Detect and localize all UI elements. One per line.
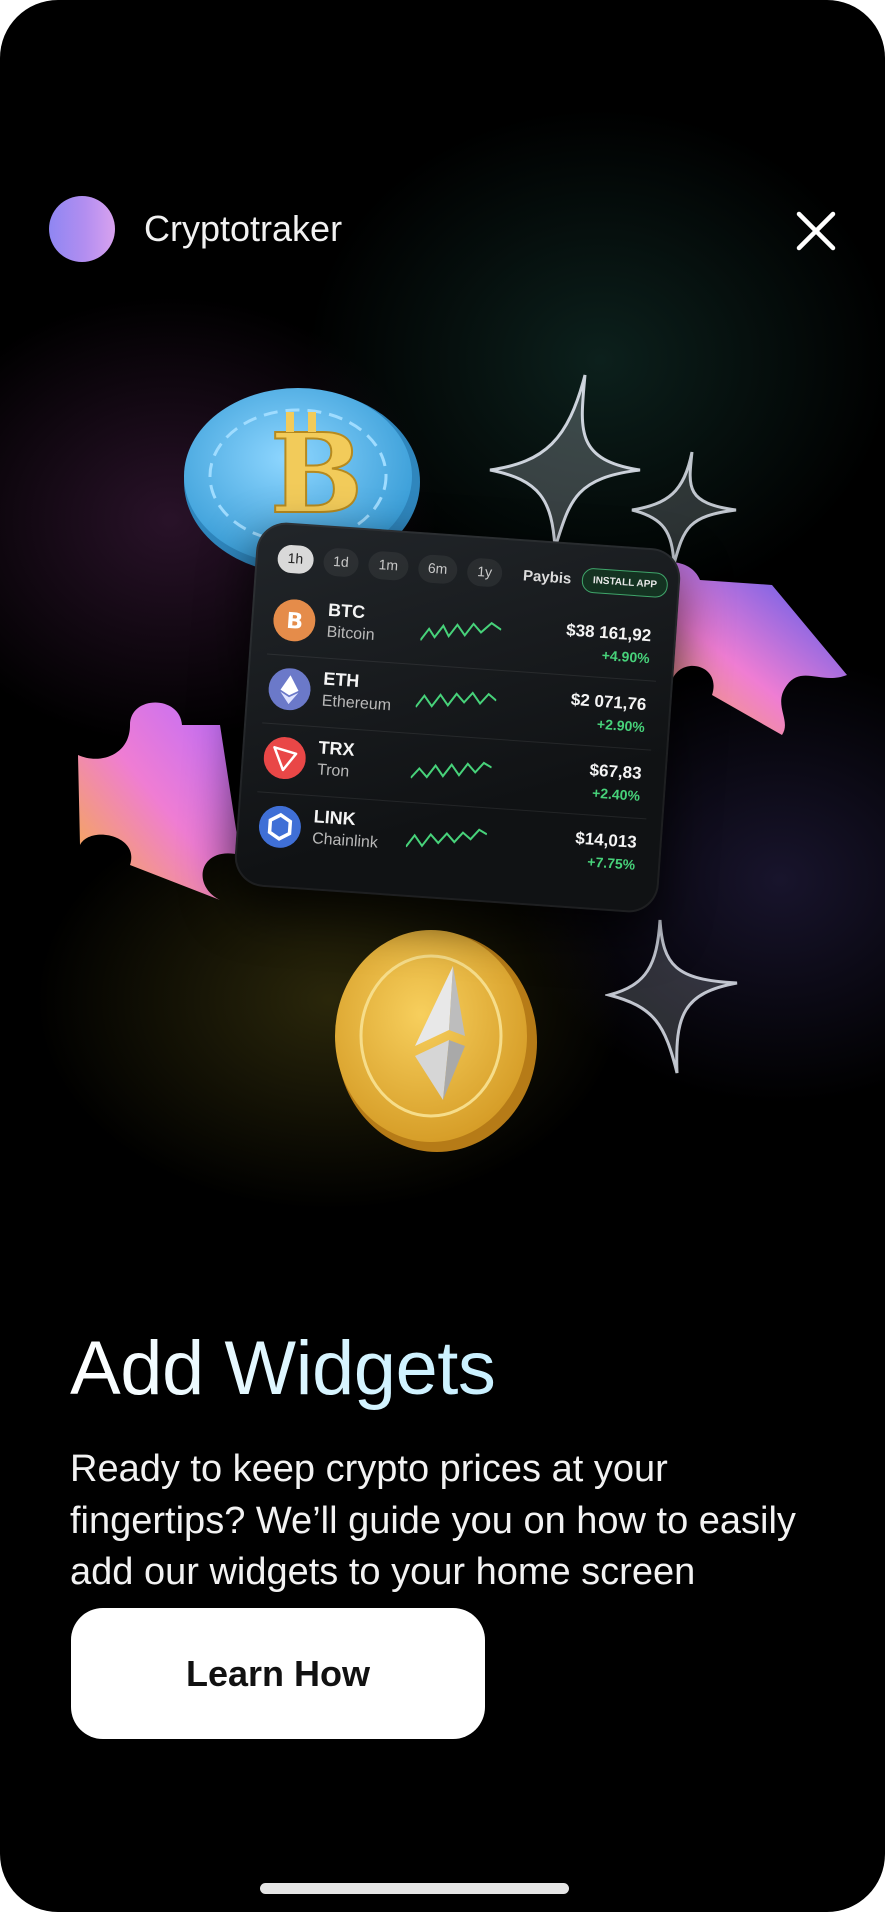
coin-price: $2 071,76 bbox=[570, 689, 648, 715]
ethereum-coin-illustration bbox=[335, 930, 537, 1152]
coin-symbol: LINK bbox=[313, 806, 357, 830]
coin-change: +7.75% bbox=[586, 853, 636, 873]
hero-illustration: B 1h 1d 1m 6m 1y Paybis INSTALL APP B BT… bbox=[0, 330, 885, 1160]
close-icon bbox=[796, 211, 836, 251]
bitcoin-icon: B bbox=[272, 598, 317, 643]
tab-1d[interactable]: 1d bbox=[322, 547, 360, 578]
coin-name: Ethereum bbox=[321, 692, 392, 715]
install-app-button[interactable]: INSTALL APP bbox=[581, 567, 669, 599]
coin-price: $14,013 bbox=[574, 828, 638, 852]
coin-name: Bitcoin bbox=[326, 623, 376, 644]
page-description: Ready to keep crypto prices at your fing… bbox=[70, 1448, 796, 1593]
coin-change: +2.40% bbox=[591, 784, 641, 804]
svg-text:B: B bbox=[270, 409, 363, 538]
home-indicator bbox=[260, 1883, 569, 1894]
coin-name: Tron bbox=[316, 761, 350, 781]
tab-1y[interactable]: 1y bbox=[466, 557, 503, 588]
page-title: Add Widgets bbox=[70, 1326, 496, 1411]
coin-list: B BTC Bitcoin $38 161,92 +4.90% ETH Ethe… bbox=[253, 585, 661, 888]
close-button[interactable] bbox=[791, 206, 841, 256]
coin-change: +4.90% bbox=[601, 646, 651, 667]
crypto-widget-card: 1h 1d 1m 6m 1y Paybis INSTALL APP B BTC … bbox=[232, 520, 683, 915]
onboarding-screen: Cryptotraker B 1h 1d 1m 6m 1y Paybis INS… bbox=[0, 0, 885, 1912]
sparkline-icon bbox=[405, 828, 488, 848]
ethereum-icon bbox=[267, 667, 312, 712]
glass-star-bottom-illustration bbox=[605, 919, 738, 1074]
glass-star-large-illustration bbox=[489, 374, 641, 549]
coin-symbol: ETH bbox=[322, 668, 361, 692]
learn-how-button[interactable]: Learn How bbox=[71, 1608, 485, 1739]
tron-icon bbox=[262, 736, 307, 781]
chainlink-icon bbox=[258, 804, 303, 849]
timeframe-tabs: 1h 1d 1m 6m 1y bbox=[276, 544, 503, 588]
tab-1m[interactable]: 1m bbox=[367, 550, 409, 582]
coin-name: Chainlink bbox=[311, 830, 379, 852]
coin-price: $67,83 bbox=[589, 760, 643, 783]
app-header: Cryptotraker bbox=[49, 196, 839, 266]
app-logo bbox=[49, 196, 115, 262]
tab-6m[interactable]: 6m bbox=[416, 553, 459, 585]
coin-price: $38 161,92 bbox=[565, 620, 652, 646]
coin-change: +2.90% bbox=[596, 715, 646, 736]
app-name: Cryptotraker bbox=[144, 208, 343, 249]
svg-text:B: B bbox=[285, 609, 303, 635]
sparkline-icon bbox=[415, 691, 497, 708]
coin-symbol: TRX bbox=[317, 737, 356, 760]
tab-1h[interactable]: 1h bbox=[276, 544, 315, 575]
widget-brand: Paybis bbox=[522, 567, 572, 588]
sparkline-icon bbox=[420, 621, 502, 641]
sparkline-icon bbox=[410, 761, 493, 779]
coin-symbol: BTC bbox=[327, 599, 366, 623]
